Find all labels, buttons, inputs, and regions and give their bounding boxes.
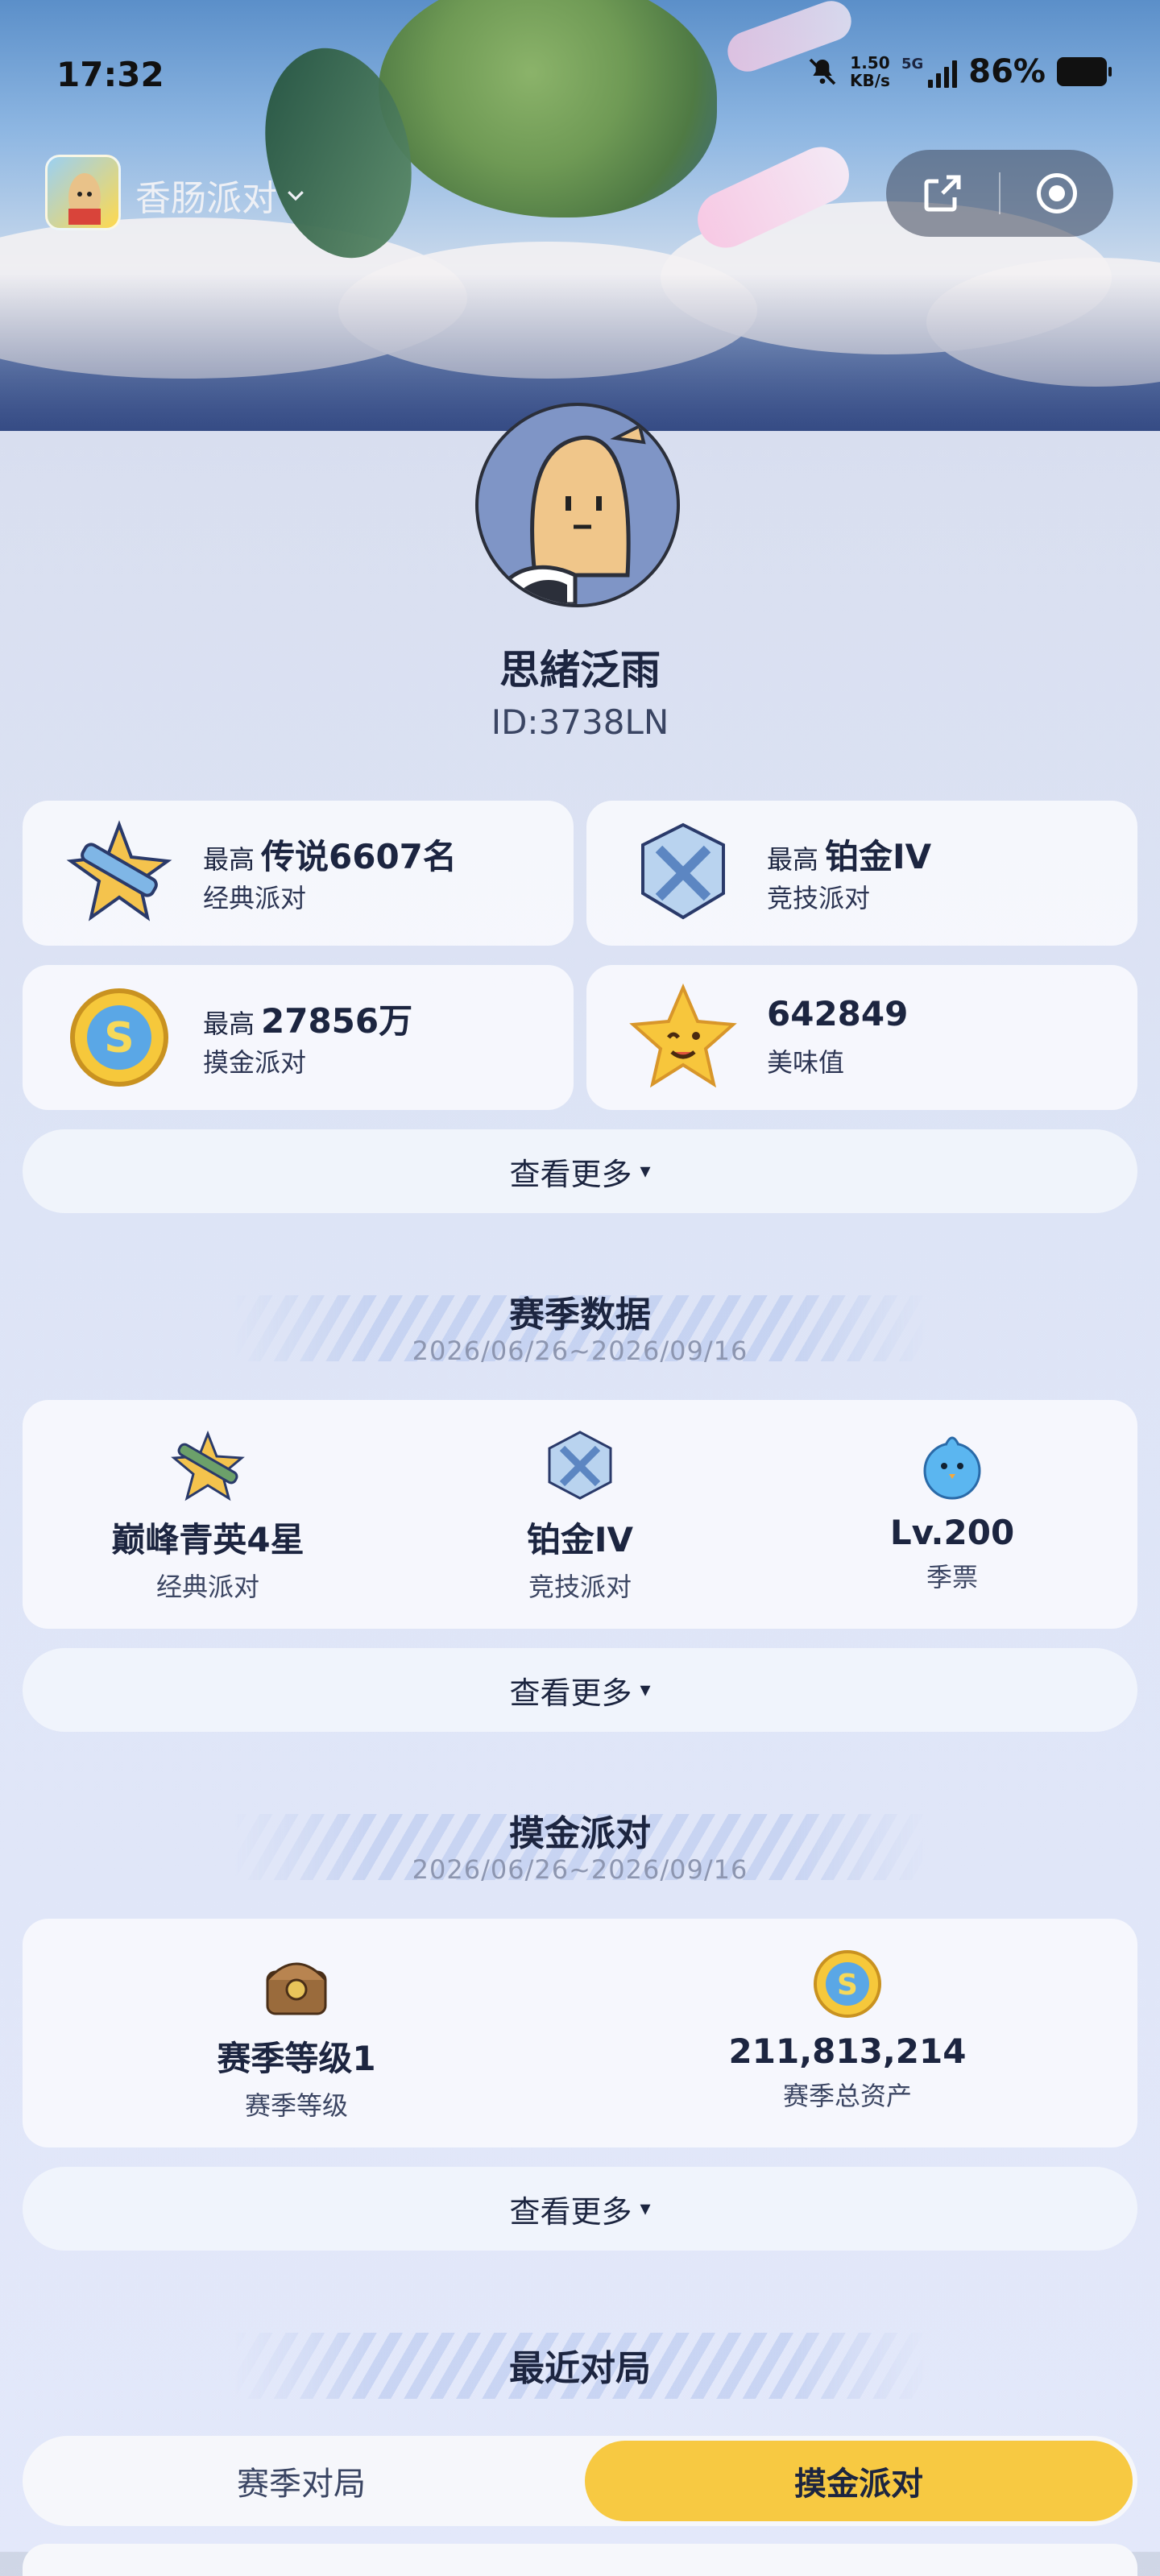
app-title-dropdown[interactable]: 香肠派对 — [135, 169, 308, 221]
gold-coin-icon: S — [70, 988, 168, 1087]
season-item-classic[interactable]: 巅峰青英4星 经典派对 — [47, 1429, 369, 1604]
view-more-button-profile[interactable]: 查看更多 ▾ — [23, 1129, 1137, 1213]
battery-icon — [1057, 57, 1112, 86]
platinum-rank-icon — [641, 822, 725, 920]
island-artwork — [379, 0, 717, 217]
tab-season-matches[interactable]: 赛季对局 — [23, 2436, 580, 2526]
status-time: 17:32 — [56, 55, 164, 94]
recent-tabs: 赛季对局 摸金派对 — [23, 2436, 1137, 2526]
season-item-pass[interactable]: Lv.200 季票 — [791, 1429, 1113, 1594]
close-button[interactable] — [1000, 150, 1113, 237]
tab-mojin-party[interactable]: 摸金派对 — [585, 2441, 1133, 2521]
nickname: 思緒泛雨 — [499, 647, 661, 694]
classic-rank-icon — [171, 1430, 245, 1501]
target-icon — [1037, 173, 1077, 213]
stat-card-competitive[interactable]: 最高 铂金IV 竞技派对 — [586, 801, 1137, 946]
mojin-item-assets[interactable]: S 211,813,214 赛季总资产 — [686, 1948, 1009, 2113]
caret-down-icon: ▾ — [640, 1678, 651, 1702]
avatar[interactable] — [475, 403, 680, 607]
mojin-title: 摸金派对 — [509, 1813, 651, 1854]
caret-down-icon: ▾ — [640, 2197, 651, 2221]
signal-icon: 5G — [901, 56, 958, 88]
player-id: ID:3738LN — [491, 702, 669, 742]
star-face-icon — [629, 983, 737, 1088]
app-logo[interactable] — [45, 155, 121, 230]
recent-title: 最近对局 — [509, 2348, 651, 2389]
season-card: 巅峰青英4星 经典派对 铂金IV 竞技派对 Lv.200 季票 — [23, 1400, 1137, 1629]
mojin-date: 2026/06/26~2026/09/16 — [412, 1854, 748, 1885]
season-item-competitive[interactable]: 铂金IV 竞技派对 — [419, 1429, 741, 1604]
stat-card-classic[interactable]: 最高 传说6607名 经典派对 — [23, 801, 574, 946]
season-title: 赛季数据 — [509, 1294, 651, 1336]
bird-mascot-icon — [923, 1436, 981, 1500]
net-speed: 1.50 KB/s — [849, 53, 890, 90]
chest-icon — [266, 1962, 327, 2015]
list-start — [23, 2544, 1137, 2576]
stat-card-flavor[interactable]: 642849 美味值 — [586, 965, 1137, 1110]
view-more-button-season[interactable]: 查看更多 ▾ — [23, 1648, 1137, 1732]
caret-down-icon: ▾ — [640, 1159, 651, 1183]
status-icons: 1.50 KB/s 5G 86% — [806, 53, 1112, 90]
mini-program-capsule — [886, 150, 1113, 237]
svg-text:S: S — [837, 1969, 858, 2002]
share-icon — [924, 175, 961, 212]
gold-coin-icon: S — [814, 1950, 881, 2018]
mojin-item-level[interactable]: 赛季等级1 赛季等级 — [135, 1948, 458, 2123]
classic-rank-icon — [66, 820, 172, 921]
mojin-card: 赛季等级1 赛季等级 S 211,813,214 赛季总资产 — [23, 1919, 1137, 2147]
stat-card-mojin[interactable]: S 最高 27856万 摸金派对 — [23, 965, 574, 1110]
battery-percent: 86% — [968, 53, 1046, 90]
share-button[interactable] — [886, 150, 999, 237]
season-date: 2026/06/26~2026/09/16 — [412, 1336, 748, 1366]
bell-muted-icon — [809, 58, 836, 85]
chevron-down-icon — [288, 191, 304, 201]
view-more-button-mojin[interactable]: 查看更多 ▾ — [23, 2167, 1137, 2251]
platinum-rank-icon — [548, 1431, 612, 1500]
svg-text:S: S — [104, 1014, 134, 1062]
